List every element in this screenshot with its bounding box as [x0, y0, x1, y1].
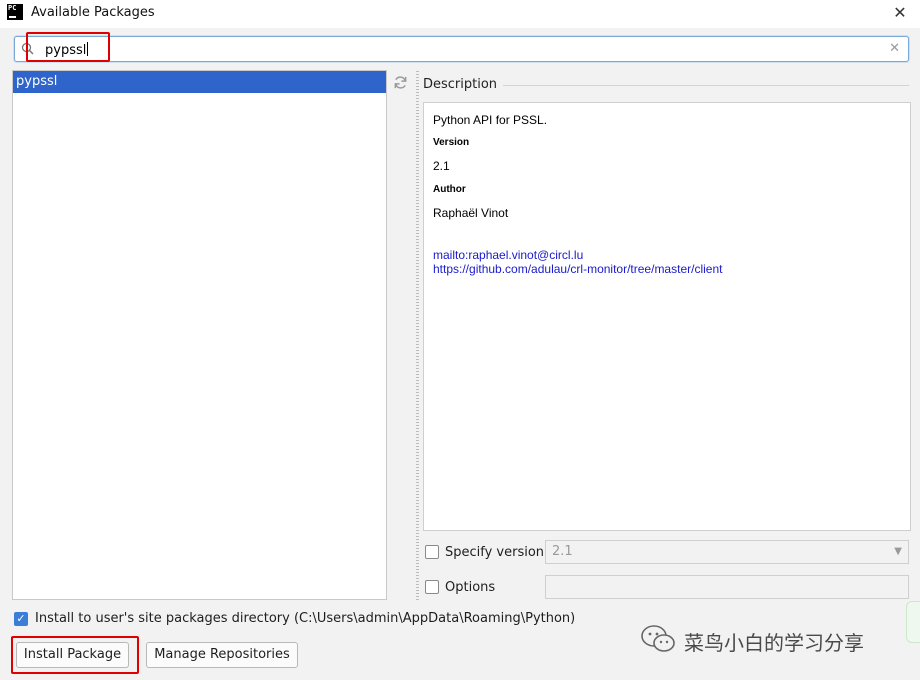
panel-splitter[interactable] [413, 70, 421, 600]
version-value: 2.1 [433, 159, 450, 173]
author-heading: Author [433, 184, 466, 195]
manage-repositories-button[interactable]: Manage Repositories [146, 642, 298, 668]
watermark-text: 菜鸟小白的学习分享 [684, 631, 864, 655]
window-title: Available Packages [31, 5, 155, 20]
author-email-link[interactable]: mailto:raphael.vinot@circl.lu [433, 248, 583, 262]
chevron-down-icon: ▼ [894, 546, 902, 557]
title-bar: PC Available Packages ✕ [0, 0, 920, 28]
wechat-icon [641, 625, 675, 652]
version-select[interactable]: 2.1 ▼ [545, 540, 909, 564]
package-list-item[interactable]: pypssl [13, 71, 386, 93]
description-divider [495, 85, 909, 86]
options-checkbox[interactable] [425, 580, 439, 594]
pycharm-app-icon: PC [7, 4, 23, 20]
author-value: Raphaël Vinot [433, 206, 509, 220]
side-tab[interactable] [906, 601, 920, 643]
search-highlight-box [26, 32, 110, 62]
search-input[interactable]: pypssl ✕ [14, 36, 909, 62]
options-input[interactable] [545, 575, 909, 599]
install-user-label: Install to user's site packages director… [35, 611, 576, 626]
list-toolbar [388, 70, 413, 600]
homepage-link[interactable]: https://github.com/adulau/crl-monitor/tr… [433, 262, 722, 276]
install-highlight-box [11, 636, 139, 674]
version-select-value: 2.1 [552, 544, 573, 559]
refresh-icon[interactable] [393, 75, 408, 90]
close-icon[interactable]: ✕ [890, 3, 910, 23]
package-list[interactable]: pypssl [12, 70, 387, 600]
options-label: Options [445, 580, 496, 595]
description-section-label: Description [423, 77, 504, 92]
description-panel: Python API for PSSL. Version 2.1 Author … [423, 102, 911, 531]
specify-version-checkbox[interactable] [425, 545, 439, 559]
clear-search-icon[interactable]: ✕ [889, 41, 900, 56]
specify-version-label: Specify version [445, 545, 545, 560]
install-user-checkbox[interactable]: ✓ [14, 612, 28, 626]
version-heading: Version [433, 137, 470, 148]
package-summary: Python API for PSSL. [433, 113, 548, 127]
